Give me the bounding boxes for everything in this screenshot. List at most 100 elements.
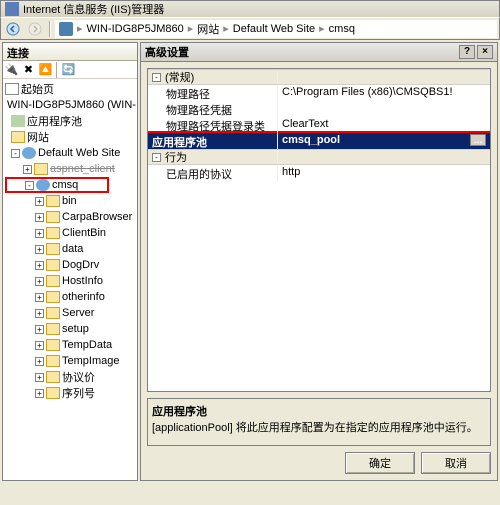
folder-icon <box>34 163 48 175</box>
app-icon <box>36 179 50 191</box>
chevron-right-icon: ▸ <box>319 22 325 35</box>
crumb-server[interactable]: WIN-IDG8P5JM860 <box>87 23 184 35</box>
tree-aspnet-client[interactable]: +aspnet_client <box>5 161 135 177</box>
tree-item[interactable]: +序列号 <box>5 385 135 401</box>
browse-button[interactable]: … <box>470 134 486 146</box>
expand-icon[interactable]: + <box>35 389 44 398</box>
nav-toolbar: ▸ WIN-IDG8P5JM860 ▸ 网站 ▸ Default Web Sit… <box>0 18 500 40</box>
folder-icon <box>46 195 60 207</box>
property-row[interactable]: 物理路径C:\Program Files (x86)\CMSQBS1! <box>148 85 490 101</box>
tree-cmsq[interactable]: -cmsq <box>5 177 109 193</box>
folder-icon <box>11 131 25 143</box>
chevron-right-icon: ▸ <box>77 22 83 35</box>
dialog-body: -(常规) 物理路径C:\Program Files (x86)\CMSQBS1… <box>140 62 498 481</box>
cancel-button[interactable]: 取消 <box>421 452 491 474</box>
dialog-titlebar: 高级设置 ? × <box>140 42 498 62</box>
window-titlebar: Internet 信息服务 (IIS)管理器 <box>0 0 500 18</box>
expand-icon[interactable]: + <box>35 261 44 270</box>
folder-icon <box>46 371 60 383</box>
property-row[interactable]: 物理路径凭据登录类型ClearText <box>148 117 490 133</box>
tree-item[interactable]: +setup <box>5 321 135 337</box>
help-button[interactable]: ? <box>459 45 475 59</box>
forward-button[interactable] <box>25 20 45 38</box>
property-row[interactable]: 物理路径凭据 <box>148 101 490 117</box>
page-icon <box>5 83 19 95</box>
expand-icon[interactable]: + <box>35 325 44 334</box>
description-text: [applicationPool] 将此应用程序配置为在指定的应用程序池中运行。 <box>152 419 486 435</box>
folder-icon <box>46 323 60 335</box>
tree-item[interactable]: +DogDrv <box>5 257 135 273</box>
up-icon[interactable]: 🔼 <box>37 62 54 78</box>
folder-icon <box>46 243 60 255</box>
expand-icon[interactable]: + <box>35 245 44 254</box>
expand-icon[interactable]: + <box>35 309 44 318</box>
category-general[interactable]: -(常规) <box>148 69 490 85</box>
tree-default-site[interactable]: -Default Web Site <box>5 145 135 161</box>
back-button[interactable] <box>3 20 23 38</box>
tree-item[interactable]: +bin <box>5 193 135 209</box>
tree-server[interactable]: WIN-IDG8P5JM860 (WIN-IDG8P <box>5 97 135 113</box>
expand-icon[interactable]: + <box>35 293 44 302</box>
folder-icon <box>46 387 60 399</box>
expand-icon[interactable]: + <box>35 229 44 238</box>
apppool-icon <box>11 115 25 127</box>
breadcrumb: ▸ WIN-IDG8P5JM860 ▸ 网站 ▸ Default Web Sit… <box>55 20 497 38</box>
close-button[interactable]: × <box>477 45 493 59</box>
property-row[interactable]: 已启用的协议http <box>148 165 490 181</box>
folder-icon <box>46 339 60 351</box>
collapse-icon[interactable]: - <box>11 149 20 158</box>
folder-icon <box>46 227 60 239</box>
tree-item[interactable]: +TempImage <box>5 353 135 369</box>
folder-icon <box>46 275 60 287</box>
description-pane: 应用程序池 [applicationPool] 将此应用程序配置为在指定的应用程… <box>147 398 491 446</box>
collapse-icon[interactable]: - <box>152 73 161 82</box>
expand-icon[interactable]: + <box>35 357 44 366</box>
folder-icon <box>46 259 60 271</box>
expand-icon[interactable]: + <box>35 213 44 222</box>
connections-header: 连接 <box>3 43 137 61</box>
crumb-sites[interactable]: 网站 <box>197 21 219 37</box>
tree-item[interactable]: +CarpaBrowser <box>5 209 135 225</box>
tree-item[interactable]: +data <box>5 241 135 257</box>
folder-icon <box>46 291 60 303</box>
remove-icon[interactable]: ✖ <box>20 62 37 78</box>
description-title: 应用程序池 <box>152 403 486 419</box>
window-title: Internet 信息服务 (IIS)管理器 <box>23 1 164 17</box>
tree-item[interactable]: +ClientBin <box>5 225 135 241</box>
chevron-right-icon: ▸ <box>188 22 194 35</box>
chevron-right-icon: ▸ <box>223 22 229 35</box>
tree-item[interactable]: +HostInfo <box>5 273 135 289</box>
expand-icon[interactable]: + <box>23 165 32 174</box>
tree-item[interactable]: +otherinfo <box>5 289 135 305</box>
expand-icon[interactable]: + <box>35 197 44 206</box>
collapse-icon[interactable]: - <box>152 153 161 162</box>
connections-toolbar: 🔌 ✖ 🔼 🔄 <box>3 61 137 79</box>
expand-icon[interactable]: + <box>35 341 44 350</box>
folder-icon <box>46 211 60 223</box>
crumb-default-site[interactable]: Default Web Site <box>233 23 315 35</box>
folder-icon <box>46 307 60 319</box>
tree-item[interactable]: +协议价 <box>5 369 135 385</box>
prop-application-pool[interactable]: 应用程序池 cmsq_pool… <box>148 133 490 149</box>
collapse-icon[interactable]: - <box>25 181 34 190</box>
server-icon <box>59 22 73 36</box>
folder-icon <box>46 355 60 367</box>
tree-item[interactable]: +Server <box>5 305 135 321</box>
property-grid[interactable]: -(常规) 物理路径C:\Program Files (x86)\CMSQBS1… <box>147 68 491 392</box>
tree-item[interactable]: +TempData <box>5 337 135 353</box>
crumb-app[interactable]: cmsq <box>329 23 355 35</box>
app-icon <box>5 2 19 16</box>
expand-icon[interactable]: + <box>35 373 44 382</box>
dialog-title: 高级设置 <box>145 44 189 60</box>
connections-tree[interactable]: 起始页 WIN-IDG8P5JM860 (WIN-IDG8P 应用程序池 网站 … <box>3 79 137 480</box>
connections-panel: 连接 🔌 ✖ 🔼 🔄 起始页 WIN-IDG8P5JM860 (WIN-IDG8… <box>2 42 138 481</box>
connect-icon[interactable]: 🔌 <box>3 62 20 78</box>
category-behavior[interactable]: -行为 <box>148 149 490 165</box>
tree-sites[interactable]: 网站 <box>5 129 135 145</box>
ok-button[interactable]: 确定 <box>345 452 415 474</box>
refresh-icon[interactable]: 🔄 <box>60 62 77 78</box>
globe-icon <box>22 147 36 159</box>
tree-start-page[interactable]: 起始页 <box>5 81 135 97</box>
tree-app-pools[interactable]: 应用程序池 <box>5 113 135 129</box>
expand-icon[interactable]: + <box>35 277 44 286</box>
